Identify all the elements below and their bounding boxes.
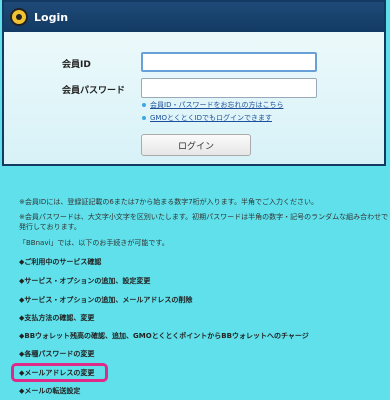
member-id-label: 会員ID <box>62 60 91 70</box>
list-item-mail-forwarding: ◆メールの転送設定 <box>19 387 81 395</box>
password-label: 会員パスワード <box>62 86 126 96</box>
login-panel: Login 会員ID 会員パスワード 会員ID・パスワードをお忘れの方はこちら … <box>2 0 386 166</box>
note-bbnavi: 「BBnavi」では、以下のお手続きが可能です。 <box>19 239 169 247</box>
note-password: ※会員パスワードは、大文字小文字を区別いたします。初期パスワードは半角の数字・記… <box>19 213 389 231</box>
login-form: 会員ID 会員パスワード 会員ID・パスワードをお忘れの方はこちら GMOとくと… <box>4 32 384 164</box>
login-header: Login <box>4 2 384 32</box>
note-member-id: ※会員IDには、登録証記載の6または7から始まる数字7桁が入ります。半角でご入力… <box>19 198 318 206</box>
bullet-icon <box>142 103 146 107</box>
login-title: Login <box>34 10 69 24</box>
list-item-service-add: ◆サービス・オプションの追加、設定変更 <box>19 277 151 285</box>
forgot-link-text: 会員ID・パスワードをお忘れの方はこちら <box>150 101 284 109</box>
list-item-payment: ◆支払方法の確認、変更 <box>19 314 95 322</box>
login-button[interactable]: ログイン <box>141 134 251 156</box>
gmo-link-text: GMOとくとくIDでもログインできます <box>150 114 273 122</box>
member-id-input[interactable] <box>141 52 317 72</box>
highlight-box <box>11 363 108 382</box>
list-item-password-change: ◆各種パスワードの変更 <box>19 350 95 358</box>
password-input[interactable] <box>141 78 317 98</box>
list-item-mail-delete: ◆サービス・オプションの追加、メールアドレスの削除 <box>19 296 193 304</box>
bullet-icon <box>142 116 146 120</box>
list-item-wallet: ◆BBウォレット残高の確認、追加、GMOとくとくポイントからBBウォレットへのチ… <box>19 332 309 340</box>
gmo-id-login-link[interactable]: GMOとくとくIDでもログインできます <box>142 113 272 123</box>
list-item-service-check: ◆ご利用中のサービス確認 <box>19 258 102 266</box>
forgot-id-password-link[interactable]: 会員ID・パスワードをお忘れの方はこちら <box>142 100 283 110</box>
logo-icon <box>10 8 28 26</box>
